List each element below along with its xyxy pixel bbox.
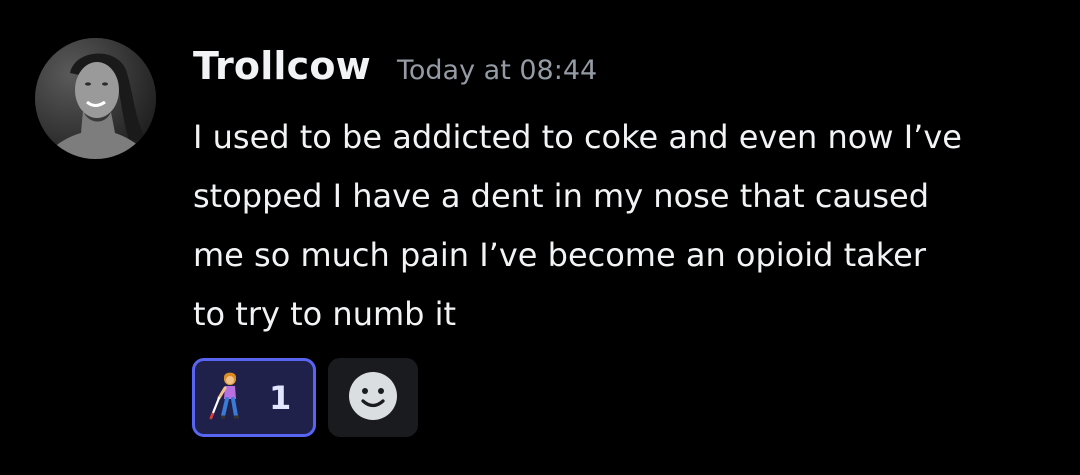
message-content: I used to be addicted to coke and even n… bbox=[193, 108, 1053, 344]
message-line: to try to numb it bbox=[193, 295, 457, 333]
message-line: me so much pain I’ve become an opioid ta… bbox=[193, 236, 927, 274]
person-with-white-cane-icon bbox=[209, 372, 243, 424]
message-line: stopped I have a dent in my nose that ca… bbox=[193, 177, 929, 215]
message-header: Trollcow Today at 08:44 bbox=[193, 44, 597, 88]
avatar-photo-icon bbox=[35, 38, 156, 159]
user-avatar[interactable] bbox=[35, 38, 156, 159]
author-username[interactable]: Trollcow bbox=[193, 44, 371, 88]
message-timestamp[interactable]: Today at 08:44 bbox=[397, 55, 597, 86]
reaction-person-with-cane[interactable]: 1 bbox=[192, 358, 316, 437]
add-reaction-button[interactable] bbox=[328, 358, 418, 437]
chat-message: Trollcow Today at 08:44 I used to be add… bbox=[0, 0, 1080, 475]
reaction-count: 1 bbox=[269, 378, 292, 417]
reactions-bar: 1 bbox=[192, 358, 418, 437]
message-line: I used to be addicted to coke and even n… bbox=[193, 118, 962, 156]
smiley-icon bbox=[347, 370, 399, 426]
